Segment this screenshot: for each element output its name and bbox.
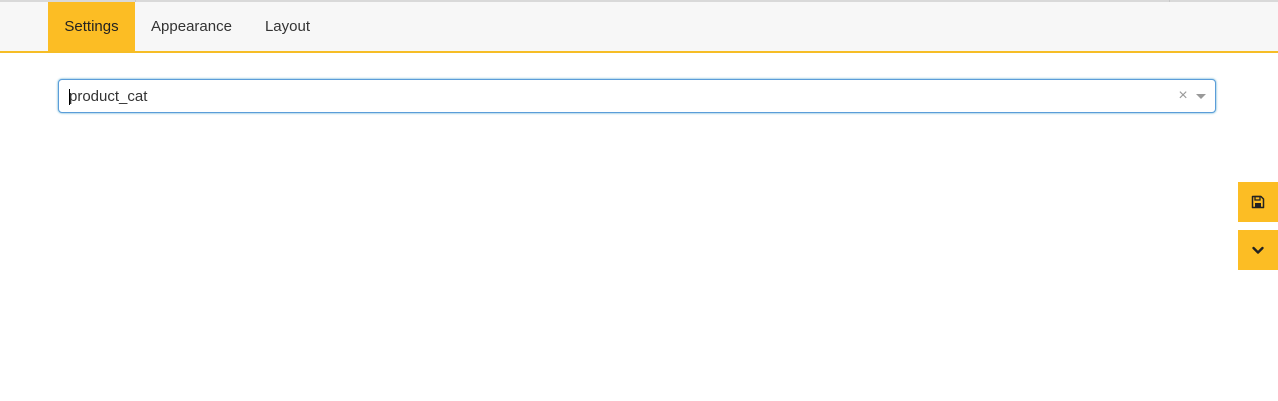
dropdown-arrow-icon[interactable] [1196,94,1206,99]
tab-bar: Settings Appearance Layout [0,2,1278,53]
taxonomy-select[interactable]: product_cat × [58,79,1216,113]
floppy-disk-icon [1251,195,1265,209]
page: Settings Appearance Layout product_cat × [0,0,1278,401]
tab-settings[interactable]: Settings [48,2,135,51]
collapse-button[interactable] [1238,230,1278,270]
tab-layout[interactable]: Layout [248,2,327,51]
tab-appearance[interactable]: Appearance [135,2,248,51]
chevron-down-icon [1252,246,1264,254]
select-value: product_cat [69,88,148,105]
save-button[interactable] [1238,182,1278,222]
text-caret [69,89,70,105]
clear-icon[interactable]: × [1176,80,1190,112]
